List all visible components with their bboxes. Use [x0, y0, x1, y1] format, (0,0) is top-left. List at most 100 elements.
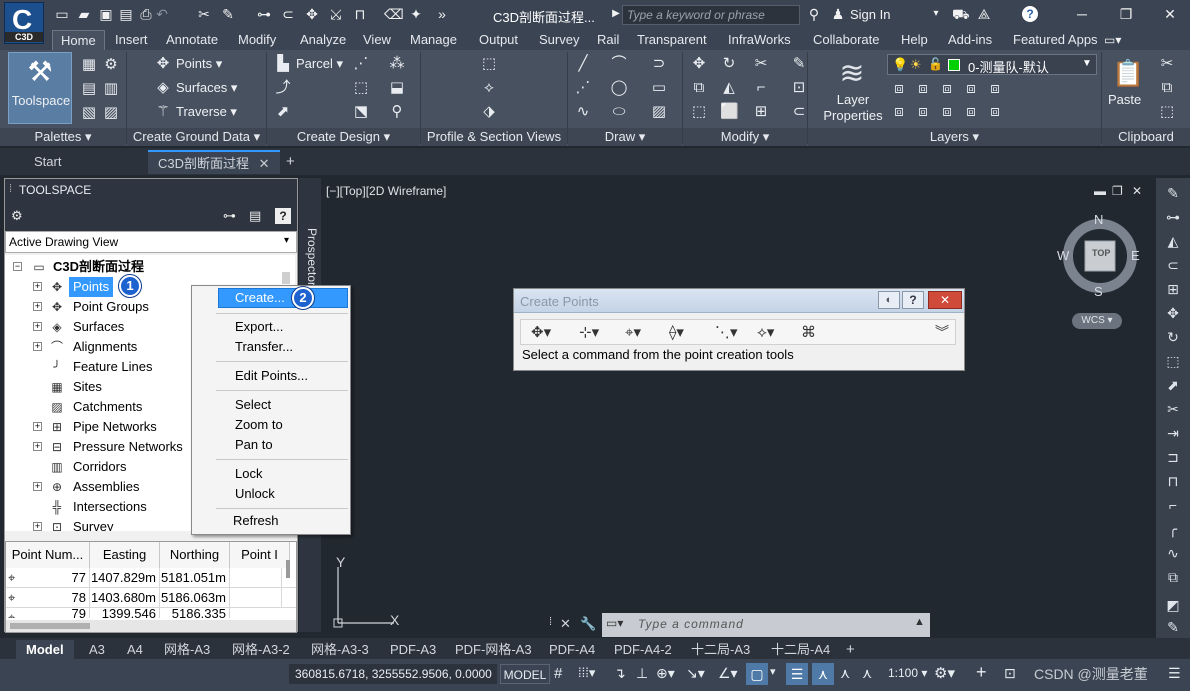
move-tool-icon[interactable]: ✥ [690, 55, 708, 73]
line-icon[interactable]: ╱ [574, 55, 592, 73]
intersection-icon[interactable]: ⬚ [352, 79, 370, 97]
tab-transparent[interactable]: Transparent [637, 30, 707, 50]
minimize-icon[interactable]: ─ [1074, 6, 1090, 22]
menu-item-edit-points[interactable]: Edit Points... [235, 366, 308, 386]
rotate-icon[interactable]: ↻ [720, 55, 738, 73]
close-icon[interactable]: ✕ [1162, 6, 1178, 22]
prospector-side-tab[interactable]: Prospector [301, 228, 319, 288]
layout-tab[interactable]: PDF-A4-2 [614, 640, 672, 659]
isolate-icon[interactable]: ⊡ [1004, 665, 1016, 682]
assembly-icon[interactable]: ⚲ [388, 103, 406, 121]
layer-dropdown[interactable]: 💡 ☀ 🔓 0-测量队-默认 ▼ [887, 54, 1097, 75]
pipe-network-icon[interactable]: ⬔ [352, 103, 370, 121]
blend-strip-icon[interactable]: ∿ [1164, 544, 1182, 562]
search-input[interactable]: Type a keyword or phrase [622, 5, 800, 25]
view-select[interactable]: Active Drawing View ▾ [5, 231, 297, 253]
expand-toolbar-icon[interactable]: ︾ [935, 322, 949, 342]
fillet-strip-icon[interactable]: ╭ [1164, 520, 1182, 538]
expand-icon[interactable]: + [33, 322, 42, 331]
hatch-icon[interactable]: ▨ [650, 103, 668, 121]
panorama-icon[interactable]: ▥ [102, 80, 120, 98]
panel-icon[interactable]: ▤ [249, 208, 265, 224]
layer-tool-icon[interactable]: ⧈ [890, 103, 908, 121]
toolspace-settings-icon[interactable]: ⚙ [11, 208, 27, 224]
trim-ribbon-icon[interactable]: ✂ [752, 55, 770, 73]
command-history-icon[interactable]: ▲ [914, 616, 925, 628]
alignment-point-icon[interactable]: ⌖▾ [625, 323, 641, 341]
copy-icon[interactable]: ⧉ [690, 79, 708, 97]
dynamic-input-icon[interactable]: ⊥ [636, 665, 648, 682]
properties-icon[interactable]: ▦ [80, 56, 98, 74]
tab-survey[interactable]: Survey [539, 30, 579, 50]
layout-tab[interactable]: 网格-A3 [164, 640, 210, 659]
corridor-icon[interactable]: ⬓ [388, 79, 406, 97]
profile-section-title[interactable]: Profile & Section Views [421, 128, 567, 146]
array-tool-icon[interactable]: ⊞ [1164, 280, 1182, 298]
close-tab-icon[interactable]: ✕ [259, 156, 270, 171]
tab-annotate[interactable]: Annotate [166, 30, 218, 50]
restore-icon[interactable]: ❐ [1118, 6, 1134, 22]
isodraft-icon[interactable]: ∠▾ [718, 665, 738, 682]
help-icon[interactable]: ? [902, 291, 924, 309]
menu-item-export[interactable]: Export... [235, 317, 283, 337]
ortho-icon[interactable]: ⊕▾ [656, 665, 675, 682]
tab-home[interactable]: Home [52, 30, 105, 50]
layer-tool-icon[interactable]: ⧈ [938, 103, 956, 121]
table-cell[interactable]: 78 [6, 588, 90, 608]
scrollbar-thumb[interactable] [10, 623, 90, 629]
paste-button[interactable]: Paste [1108, 92, 1141, 107]
table-cell[interactable] [230, 588, 282, 608]
command-line-input[interactable]: ▭▾ Type a command ▲ [602, 613, 930, 637]
new-file-icon[interactable]: ▭ [54, 6, 70, 22]
workspace-gear-icon[interactable]: ⚙▾ [934, 664, 955, 682]
arc-icon[interactable]: ⌒ [610, 55, 628, 73]
ribbon-options-icon[interactable]: ▭▾ [1104, 32, 1121, 48]
layout-tab[interactable]: PDF-网格-A3 [455, 640, 532, 659]
polyline-icon[interactable]: ⊃ [650, 55, 668, 73]
spline-icon[interactable]: ∿ [574, 103, 592, 121]
stretch-strip-icon[interactable]: ⬈ [1164, 376, 1182, 394]
open-folder-icon[interactable]: ▰ [76, 6, 92, 22]
magic-icon[interactable]: ✦ [408, 6, 424, 22]
draw-tool-icon[interactable]: ✎ [1164, 184, 1182, 202]
table-cell[interactable]: 1407.829m [90, 568, 160, 588]
expand-icon[interactable]: + [33, 522, 42, 531]
chevron-down-icon[interactable]: ▾ [770, 665, 776, 678]
create-design-title[interactable]: Create Design ▾ [267, 128, 420, 146]
tree-icon[interactable]: ⊶ [223, 208, 239, 224]
coordinate-readout[interactable]: 360815.6718, 3255552.9506, 0.0000 [289, 664, 497, 684]
multiline-icon[interactable]: ⋰ [574, 79, 592, 97]
layout-tab[interactable]: PDF-A3 [390, 640, 436, 659]
erase-icon[interactable]: ⌫ [384, 6, 404, 22]
layer-tool-icon[interactable]: ⧈ [962, 103, 980, 121]
column-header[interactable]: Northing [160, 542, 230, 568]
toolspace-button[interactable]: ⚒ Toolspace [8, 52, 72, 124]
section-view-icon[interactable]: ⬗ [480, 103, 498, 121]
table-row[interactable]: ⌖ 79 1399.546 5186.335 [6, 608, 296, 618]
menu-item-pan-to[interactable]: Pan to [235, 435, 273, 455]
model-space-toggle[interactable]: MODEL [500, 664, 550, 684]
settings-gear-icon[interactable]: ⚙ [102, 56, 120, 74]
tree-scrollbar-thumb[interactable] [282, 272, 290, 284]
match-icon[interactable]: ✎ [220, 6, 236, 22]
expand-icon[interactable]: + [33, 302, 42, 311]
explode-icon[interactable]: ⊡ [790, 79, 808, 97]
layout-tab[interactable]: 网格-A3-3 [311, 640, 369, 659]
column-header[interactable]: Point I [230, 542, 290, 568]
annotation-scale-icon[interactable]: ⋏ [812, 663, 834, 685]
drawing-canvas[interactable] [322, 178, 1154, 638]
grading-icon[interactable]: ⁂ [388, 55, 406, 73]
scale-strip-icon[interactable]: ⬚ [1164, 352, 1182, 370]
collapse-icon[interactable]: − [13, 262, 22, 271]
properties-strip-icon[interactable]: ◩ [1164, 596, 1182, 614]
tab-model[interactable]: Model [16, 640, 74, 659]
more-icon[interactable]: » [434, 6, 450, 22]
tab-add-ins[interactable]: Add-ins [948, 30, 992, 50]
explode-strip-icon[interactable]: ⧉ [1164, 568, 1182, 586]
lineweight-icon[interactable]: ☰ [786, 663, 808, 685]
layer-properties-button[interactable]: Layer Properties [814, 92, 892, 124]
viewport-restore-icon[interactable]: ❐ [1112, 184, 1123, 198]
join-strip-icon[interactable]: ⊓ [1164, 472, 1182, 490]
surfaces-button[interactable]: Surfaces ▾ [176, 80, 237, 96]
table-cell[interactable]: 1403.680m [90, 588, 160, 608]
